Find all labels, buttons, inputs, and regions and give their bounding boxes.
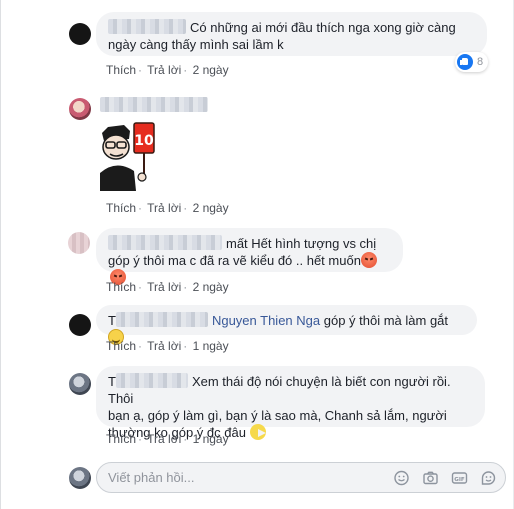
reaction-count: 8	[477, 56, 484, 68]
reply-link[interactable]: Trả lời	[147, 432, 181, 446]
separator: ·	[183, 432, 188, 446]
camera-icon[interactable]	[422, 470, 439, 486]
timestamp-link[interactable]: 1 ngày	[193, 339, 229, 353]
pacman-emoji-icon	[249, 424, 266, 440]
mention-link[interactable]: Nguyen Thien Nga	[212, 313, 320, 328]
like-link[interactable]: Thích	[106, 63, 136, 77]
separator: ·	[138, 280, 143, 294]
reply-link[interactable]: Trả lời	[147, 201, 181, 215]
comment-actions: Thích · Trả lời · 1 ngày	[106, 339, 229, 353]
comment-body-line: bạn ạ, góp ý làm gì, bạn ý là sao mà, Ch…	[108, 408, 447, 423]
separator: ·	[183, 63, 188, 77]
like-link[interactable]: Thích	[106, 201, 136, 215]
angry-face-icon	[360, 252, 377, 268]
separator: ·	[183, 201, 188, 215]
sticker-score-text: 10	[134, 133, 154, 149]
reply-link[interactable]: Trả lời	[147, 280, 181, 294]
blurred-author-name[interactable]	[115, 373, 188, 388]
comment-actions: Thích · Trả lời · 1 ngày	[106, 432, 229, 446]
separator: ·	[183, 280, 188, 294]
comment-bubble: T Nguyen Thien Nga góp ý thôi mà làm gắt	[96, 305, 477, 345]
reaction-summary[interactable]: 8	[455, 52, 489, 72]
avatar[interactable]	[69, 98, 91, 120]
reply-link[interactable]: Trả lời	[147, 339, 181, 353]
comment-actions: Thích · Trả lời · 2 ngày	[106, 280, 229, 294]
author-name-initial[interactable]: T	[108, 313, 116, 328]
blurred-author-name[interactable]	[108, 19, 186, 34]
author-name-initial[interactable]: T	[108, 374, 116, 389]
like-link[interactable]: Thích	[106, 280, 136, 294]
reply-input[interactable]: Viết phản hồi... GIF	[96, 462, 506, 493]
comment-body: góp ý thôi mà làm gắt	[320, 313, 449, 328]
comment-bubble: mất Hết hình tượng vs chị góp ý thôi ma …	[96, 228, 403, 285]
gif-icon[interactable]: GIF	[451, 470, 468, 486]
reply-link[interactable]: Trả lời	[147, 63, 181, 77]
separator: ·	[138, 339, 143, 353]
timestamp-link[interactable]: 1 ngày	[193, 432, 229, 446]
separator: ·	[138, 63, 143, 77]
comment-bubble: T Xem thái độ nói chuyện là biết con ngườ…	[96, 366, 485, 440]
current-user-avatar[interactable]	[69, 467, 91, 489]
thread-left-border	[0, 0, 1, 509]
avatar[interactable]	[69, 23, 91, 45]
blurred-author-name[interactable]	[115, 312, 208, 327]
sticker-icon[interactable]	[480, 470, 497, 486]
comment-body-line: mất Hết hình tượng vs chị	[226, 236, 377, 251]
comment-bubble: Có những ai mới đầu thích nga xong giờ c…	[96, 12, 487, 56]
comment-text: T Xem thái độ nói chuyện là biết con ngườ…	[108, 373, 473, 407]
like-link[interactable]: Thích	[106, 432, 136, 446]
comment-actions: Thích · Trả lời · 2 ngày	[106, 201, 229, 215]
comment-text: mất Hết hình tượng vs chị	[108, 235, 391, 252]
blurred-author-name[interactable]	[108, 235, 222, 250]
timestamp-link[interactable]: 2 ngày	[193, 63, 229, 77]
sticker-image: 10	[100, 122, 155, 191]
comment-body-line: góp ý thôi ma c đã ra vẽ kiểu đó .. hết …	[108, 253, 361, 268]
smiley-icon[interactable]	[393, 470, 410, 486]
blurred-author-name[interactable]	[100, 97, 208, 112]
avatar[interactable]	[69, 314, 91, 336]
avatar[interactable]	[69, 373, 91, 395]
separator: ·	[138, 432, 143, 446]
timestamp-link[interactable]: 2 ngày	[193, 201, 229, 215]
comment-text: Có những ai mới đầu thích nga xong giờ c…	[108, 19, 475, 53]
reply-toolbar: GIF	[393, 470, 497, 486]
like-reaction-icon	[457, 54, 473, 70]
timestamp-link[interactable]: 2 ngày	[193, 280, 229, 294]
svg-text:GIF: GIF	[454, 477, 465, 483]
like-link[interactable]: Thích	[106, 339, 136, 353]
comment-actions: Thích · Trả lời · 2 ngày	[106, 63, 229, 77]
reply-placeholder: Viết phản hồi...	[108, 470, 195, 485]
avatar[interactable]	[68, 232, 90, 254]
separator: ·	[183, 339, 188, 353]
separator: ·	[138, 201, 143, 215]
